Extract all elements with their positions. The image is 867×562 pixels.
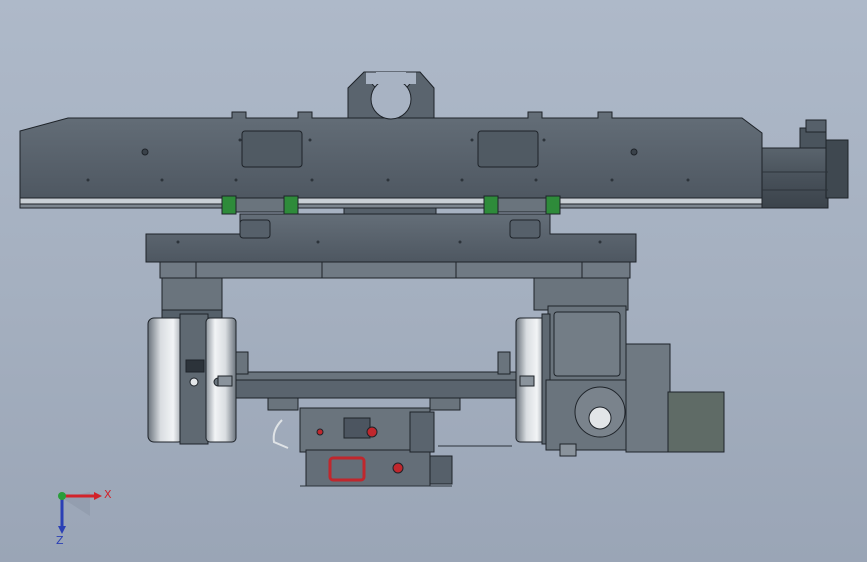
- gantry-beam: [19, 71, 763, 209]
- linear-rail: [19, 197, 763, 205]
- right-arm: [515, 277, 725, 457]
- cad-viewport[interactable]: X Z: [0, 0, 867, 562]
- left-arm: [147, 277, 237, 445]
- workpiece-housing: [267, 397, 512, 487]
- y-axis-dot: [58, 492, 66, 500]
- z-axis-label: Z: [56, 534, 64, 547]
- x-axis-label: X: [104, 488, 112, 501]
- bearing-block: [483, 195, 499, 215]
- carriage: [145, 207, 637, 279]
- bearing-block: [545, 195, 561, 215]
- servo-motor: [761, 119, 849, 209]
- bearing-block: [221, 195, 237, 215]
- crossbar: [217, 351, 535, 399]
- access-window-right: [477, 130, 539, 168]
- axis-triad: X Z: [56, 488, 112, 547]
- beam-body: [19, 111, 763, 201]
- bearing-block: [283, 195, 299, 215]
- access-window-left: [241, 130, 303, 168]
- left-drum: [147, 317, 185, 443]
